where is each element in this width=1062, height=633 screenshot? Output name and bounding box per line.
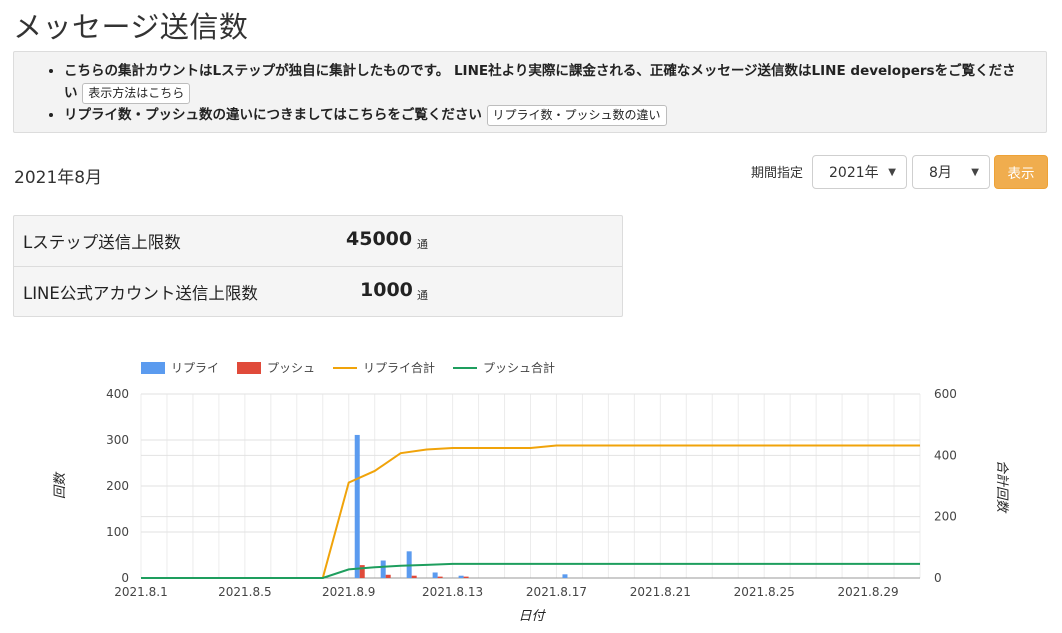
legend-swatch xyxy=(237,362,261,374)
legend-label: リプライ xyxy=(171,361,219,375)
chevron-down-icon: ▼ xyxy=(888,166,896,178)
period-label: 期間指定 xyxy=(751,166,804,181)
limit-row-line-official: LINE公式アカウント送信上限数 1000 通 xyxy=(14,266,622,316)
show-button[interactable]: 表示 xyxy=(994,155,1048,189)
reply-bar xyxy=(432,572,438,578)
y-tick-label: 200 xyxy=(106,479,129,493)
push-bar xyxy=(411,575,417,578)
limit-unit: 通 xyxy=(417,289,428,302)
y-right-tick-label: 0 xyxy=(934,571,942,585)
y-tick-label: 100 xyxy=(106,525,129,539)
reply-push-difference-button[interactable]: リプライ数・プッシュ数の違い xyxy=(486,104,667,126)
x-tick-label: 2021.8.17 xyxy=(526,585,587,599)
reply-bar xyxy=(380,560,386,578)
y-tick-label: 0 xyxy=(121,571,129,585)
y-right-axis-title: 合計回数 xyxy=(994,460,1009,514)
reply-bar xyxy=(354,434,360,578)
limits-table: Lステップ送信上限数 45000 通 LINE公式アカウント送信上限数 1000… xyxy=(13,215,623,317)
month-select[interactable]: 8月 ▼ xyxy=(912,155,990,189)
push-bar xyxy=(359,565,365,578)
y-tick-label: 300 xyxy=(106,433,129,447)
y-tick-label: 400 xyxy=(106,387,129,401)
x-tick-label: 2021.8.29 xyxy=(838,585,899,599)
y-axis-title: 回数 xyxy=(53,471,68,499)
y-right-tick-label: 200 xyxy=(934,510,957,524)
notice-count-text: こちらの集計カウントはLステップが独自に集計したものです。 LINE社より実際に… xyxy=(64,63,1016,79)
current-month-label: 2021年8月 xyxy=(14,168,103,188)
push-bar xyxy=(385,574,391,578)
legend-label: リプライ合計 xyxy=(363,360,435,375)
push-bar xyxy=(437,576,443,578)
notice-difference-text: リプライ数・プッシュ数の違いにつきましてはこちらをご覧ください xyxy=(64,107,482,123)
x-tick-label: 2021.8.21 xyxy=(630,585,691,599)
x-tick-label: 2021.8.5 xyxy=(218,585,271,599)
limit-value: 1000 xyxy=(360,279,413,301)
limit-label: Lステップ送信上限数 xyxy=(23,233,181,252)
messages-chart: 0 100 200 300 400 0 200 400 600 2021.8.1 2021.8.5 2… xyxy=(53,360,1009,624)
year-select-value: 2021年 xyxy=(829,165,879,181)
notice-count-text-tail: い xyxy=(64,85,78,101)
chevron-down-icon: ▼ xyxy=(971,166,979,178)
limit-label: LINE公式アカウント送信上限数 xyxy=(23,284,258,303)
year-select[interactable]: 2021年 ▼ xyxy=(812,155,907,189)
y-right-tick-label: 600 xyxy=(934,387,957,401)
page-title: メッセージ送信数 xyxy=(13,10,249,44)
x-tick-label: 2021.8.25 xyxy=(734,585,795,599)
limit-unit: 通 xyxy=(417,238,428,251)
month-select-value: 8月 xyxy=(929,165,952,181)
x-tick-label: 2021.8.13 xyxy=(422,585,483,599)
legend-swatch xyxy=(141,362,165,374)
x-axis-title: 日付 xyxy=(518,609,546,624)
x-tick-label: 2021.8.9 xyxy=(322,585,375,599)
x-tick-label: 2021.8.1 xyxy=(114,585,167,599)
push-bar xyxy=(463,576,469,578)
y-right-tick-label: 400 xyxy=(934,448,957,462)
notice-item-count: こちらの集計カウントはLステップが独自に集計したものです。 LINE社より実際に… xyxy=(64,60,1046,104)
legend-label: プッシュ合計 xyxy=(483,360,555,375)
limit-value: 45000 xyxy=(346,228,413,250)
how-to-view-button[interactable]: 表示方法はこちら xyxy=(82,82,191,104)
notice-panel: こちらの集計カウントはLステップが独自に集計したものです。 LINE社より実際に… xyxy=(13,51,1047,133)
legend-label: プッシュ xyxy=(267,361,315,375)
notice-item-difference: リプライ数・プッシュ数の違いにつきましてはこちらをご覧ください リプライ数・プッ… xyxy=(64,104,1046,126)
limit-row-lstep: Lステップ送信上限数 45000 通 xyxy=(14,216,622,266)
reply-bar xyxy=(562,574,568,578)
reply-bar xyxy=(458,575,464,578)
